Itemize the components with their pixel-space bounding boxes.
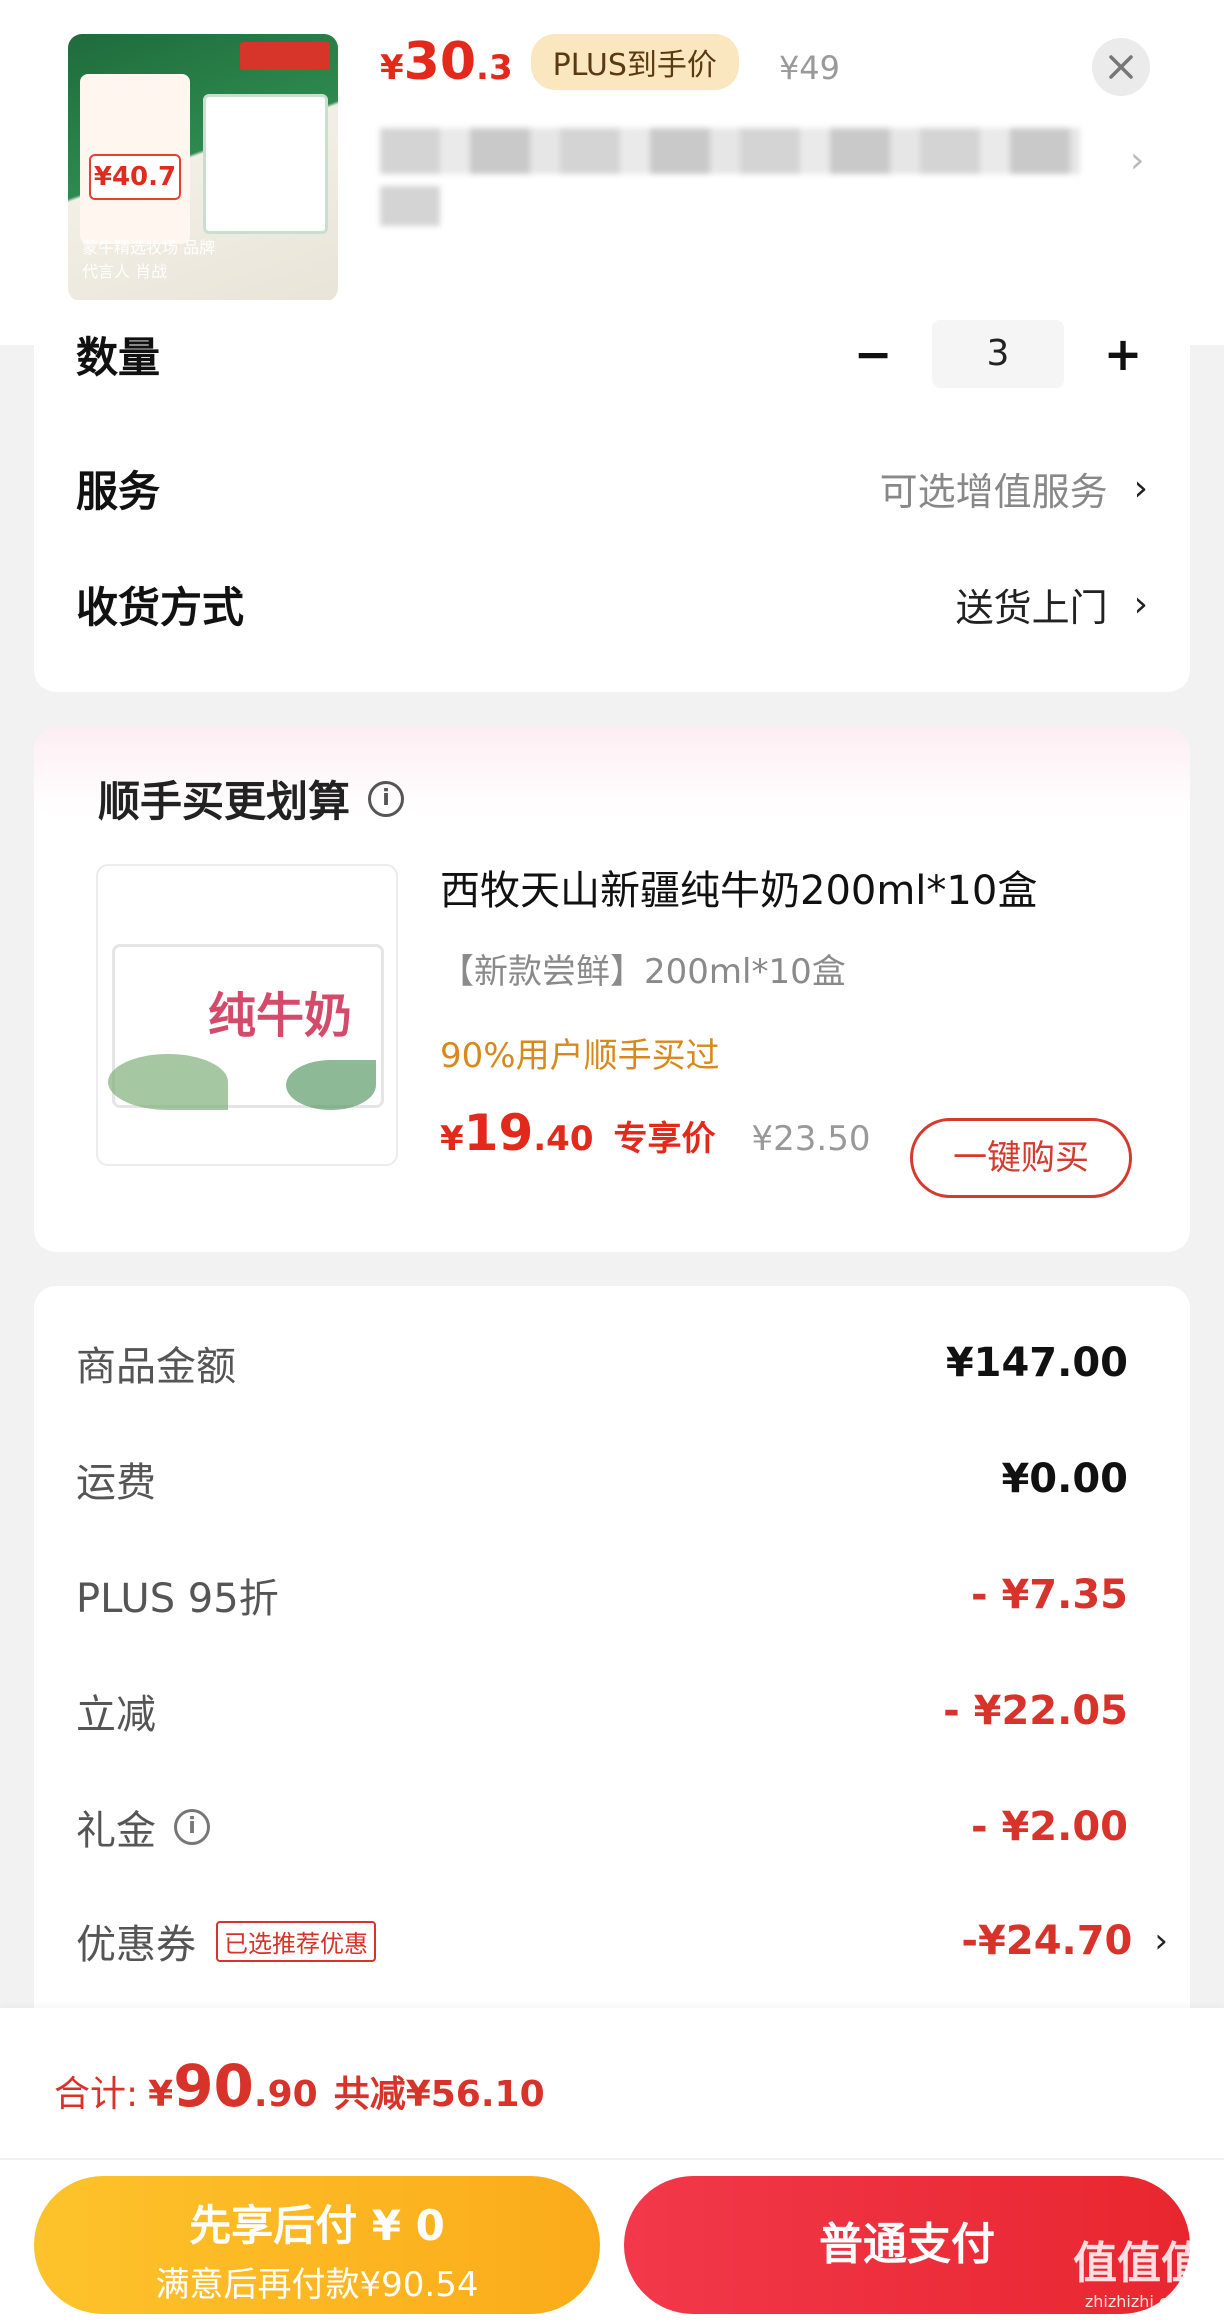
chevron-right-icon: › <box>1133 584 1148 625</box>
quantity-value[interactable]: 3 <box>932 320 1064 388</box>
exclusive-label: 专享价 <box>613 1119 716 1159</box>
watermark-main: 值值值 <box>1073 2238 1205 2289</box>
delivery-label: 收货方式 <box>76 583 245 632</box>
fee-row-plus: PLUS 95折 - ¥7.35 <box>76 1566 1128 1624</box>
blurred-product-title-2 <box>380 186 440 226</box>
price-symbol: ¥ <box>440 1119 464 1159</box>
fee-row-shipping: 运费 ¥0.00 <box>76 1450 1128 1508</box>
recommend-title-wrap: 顺手买更划算 i <box>98 768 405 829</box>
pay-later-line1: 先享后付 ¥ 0 <box>189 2201 445 2250</box>
recommend-card: 顺手买更划算 i 纯牛奶 西牧天山新疆纯牛奶200ml*10盒 【新款尝鲜】20… <box>34 728 1190 1252</box>
fee-value: - ¥7.35 <box>970 1572 1128 1618</box>
checkout-bar: 合计: ¥90.90 共减¥56.10 先享后付 ¥ 0 满意后再付款¥90.5… <box>0 2008 1224 2324</box>
fee-label: 优惠券 <box>76 1922 196 1968</box>
fee-value: ¥147.00 <box>945 1340 1128 1386</box>
leaf-decoration <box>286 1060 376 1110</box>
fee-value: -¥24.70 <box>961 1918 1133 1964</box>
service-value-wrap: 可选增值服务 › <box>880 461 1148 516</box>
fee-value-wrap: -¥24.70 › <box>961 1918 1168 1964</box>
thumbnail-caption: 蒙牛精选牧场 品牌代言人 肖战 <box>82 238 216 281</box>
fee-label-wrap: 优惠券 已选推荐优惠 <box>76 1912 376 1970</box>
fee-row-gift: 礼金 i - ¥2.00 <box>76 1798 1128 1856</box>
price-decimal: .3 <box>476 48 513 88</box>
pack-logo-text: 纯牛奶 <box>208 988 353 1044</box>
quantity-row: 数量 − 3 + <box>76 320 1148 388</box>
fee-value: - ¥2.00 <box>970 1804 1128 1850</box>
price-symbol: ¥ <box>148 2074 174 2115</box>
fee-label: 运费 <box>76 1460 156 1506</box>
plus-badge: PLUS到手价 <box>530 34 739 90</box>
quantity-label: 数量 <box>76 332 161 382</box>
close-button[interactable] <box>1092 38 1150 96</box>
quantity-stepper[interactable]: − 3 + <box>848 320 1148 388</box>
total-label: 合计: <box>54 2074 139 2115</box>
recommend-product-spec: 【新款尝鲜】200ml*10盒 <box>440 952 846 992</box>
promo-badge-price: ¥40.7 <box>89 154 181 200</box>
fee-label: 立减 <box>76 1692 156 1738</box>
service-label: 服务 <box>76 467 161 516</box>
fees-card: 商品金额 ¥147.00 运费 ¥0.00 PLUS 95折 - ¥7.35 立… <box>34 1286 1190 2046</box>
delivery-value: 送货上门 <box>955 586 1108 630</box>
info-icon[interactable]: i <box>174 1809 210 1845</box>
fee-row-goods: 商品金额 ¥147.00 <box>76 1334 1128 1392</box>
chevron-right-icon: › <box>1154 1921 1168 1961</box>
plus-price: ¥30.3 <box>380 32 513 92</box>
price-symbol: ¥ <box>380 48 404 88</box>
pay-later-line2: 满意后再付款¥90.54 <box>155 2265 479 2305</box>
price-integer: 90 <box>173 2052 254 2120</box>
chevron-right-icon[interactable]: › <box>1130 140 1144 181</box>
price-decimal: .40 <box>533 1119 594 1159</box>
price-integer: 19 <box>463 1104 534 1162</box>
fee-row-discount: 立减 - ¥22.05 <box>76 1682 1128 1740</box>
fee-value: ¥0.00 <box>1001 1456 1128 1502</box>
total-row: 合计: ¥90.90 共减¥56.10 <box>54 2052 545 2120</box>
info-icon[interactable]: i <box>368 780 405 817</box>
plus-button[interactable]: + <box>1098 327 1148 381</box>
coupon-badge: 已选推荐优惠 <box>216 1920 376 1962</box>
fee-label: 礼金 <box>76 1808 156 1854</box>
delivery-row[interactable]: 收货方式 送货上门 › <box>76 574 1148 635</box>
chevron-right-icon: › <box>1133 468 1148 509</box>
service-row[interactable]: 服务 可选增值服务 › <box>76 458 1148 519</box>
recommend-original-price: ¥23.50 <box>751 1119 871 1159</box>
milk-box-image <box>203 94 328 234</box>
promo-panel: ¥40.7 <box>80 74 190 244</box>
close-icon <box>1109 55 1133 79</box>
fee-row-coupon[interactable]: 优惠券 已选推荐优惠 -¥24.70 › <box>76 1912 1168 1970</box>
one-click-buy-button[interactable]: 一键购买 <box>910 1118 1132 1198</box>
price-row: ¥30.3 PLUS到手价 ¥49 <box>380 32 840 92</box>
recommend-product-title[interactable]: 西牧天山新疆纯牛奶200ml*10盒 <box>440 858 1037 916</box>
price-decimal: .90 <box>253 2074 318 2115</box>
brand-tag <box>240 42 330 70</box>
options-card: 数量 − 3 + 服务 可选增值服务 › 收货方式 送货上门 › <box>34 300 1190 692</box>
total-amount: ¥90.90 <box>138 2052 318 2120</box>
total-saved: 共减¥56.10 <box>333 2074 545 2115</box>
fee-label-wrap: 礼金 i <box>76 1798 210 1856</box>
recommend-title: 顺手买更划算 <box>98 777 351 826</box>
service-value: 可选增值服务 <box>879 470 1108 514</box>
delivery-value-wrap: 送货上门 › <box>956 577 1148 632</box>
pay-later-button[interactable]: 先享后付 ¥ 0 满意后再付款¥90.54 <box>34 2176 600 2314</box>
site-watermark: 值值值 zhizhizhi.com <box>1064 2236 1214 2320</box>
recommend-price: ¥19.40 <box>440 1104 594 1162</box>
fee-value: - ¥22.05 <box>943 1688 1128 1734</box>
fee-label: PLUS 95折 <box>76 1576 279 1622</box>
recommend-price-row: ¥19.40 专享价 ¥23.50 <box>440 1104 870 1162</box>
original-price: ¥49 <box>778 49 841 87</box>
price-integer: 30 <box>403 32 477 92</box>
leaf-decoration <box>108 1054 228 1110</box>
product-header: ¥40.7 蒙牛精选牧场 品牌代言人 肖战 ¥30.3 PLUS到手价 ¥49 … <box>0 0 1224 345</box>
recommend-hint: 90%用户顺手买过 <box>440 1036 720 1076</box>
product-thumbnail[interactable]: ¥40.7 蒙牛精选牧场 品牌代言人 肖战 <box>68 34 338 302</box>
fee-label: 商品金额 <box>76 1344 236 1390</box>
blurred-product-title <box>380 128 1080 174</box>
minus-button[interactable]: − <box>848 327 898 381</box>
divider <box>0 2158 1224 2160</box>
watermark-sub: zhizhizhi.com <box>1084 2292 1194 2311</box>
recommend-product-image[interactable]: 纯牛奶 <box>96 864 398 1166</box>
